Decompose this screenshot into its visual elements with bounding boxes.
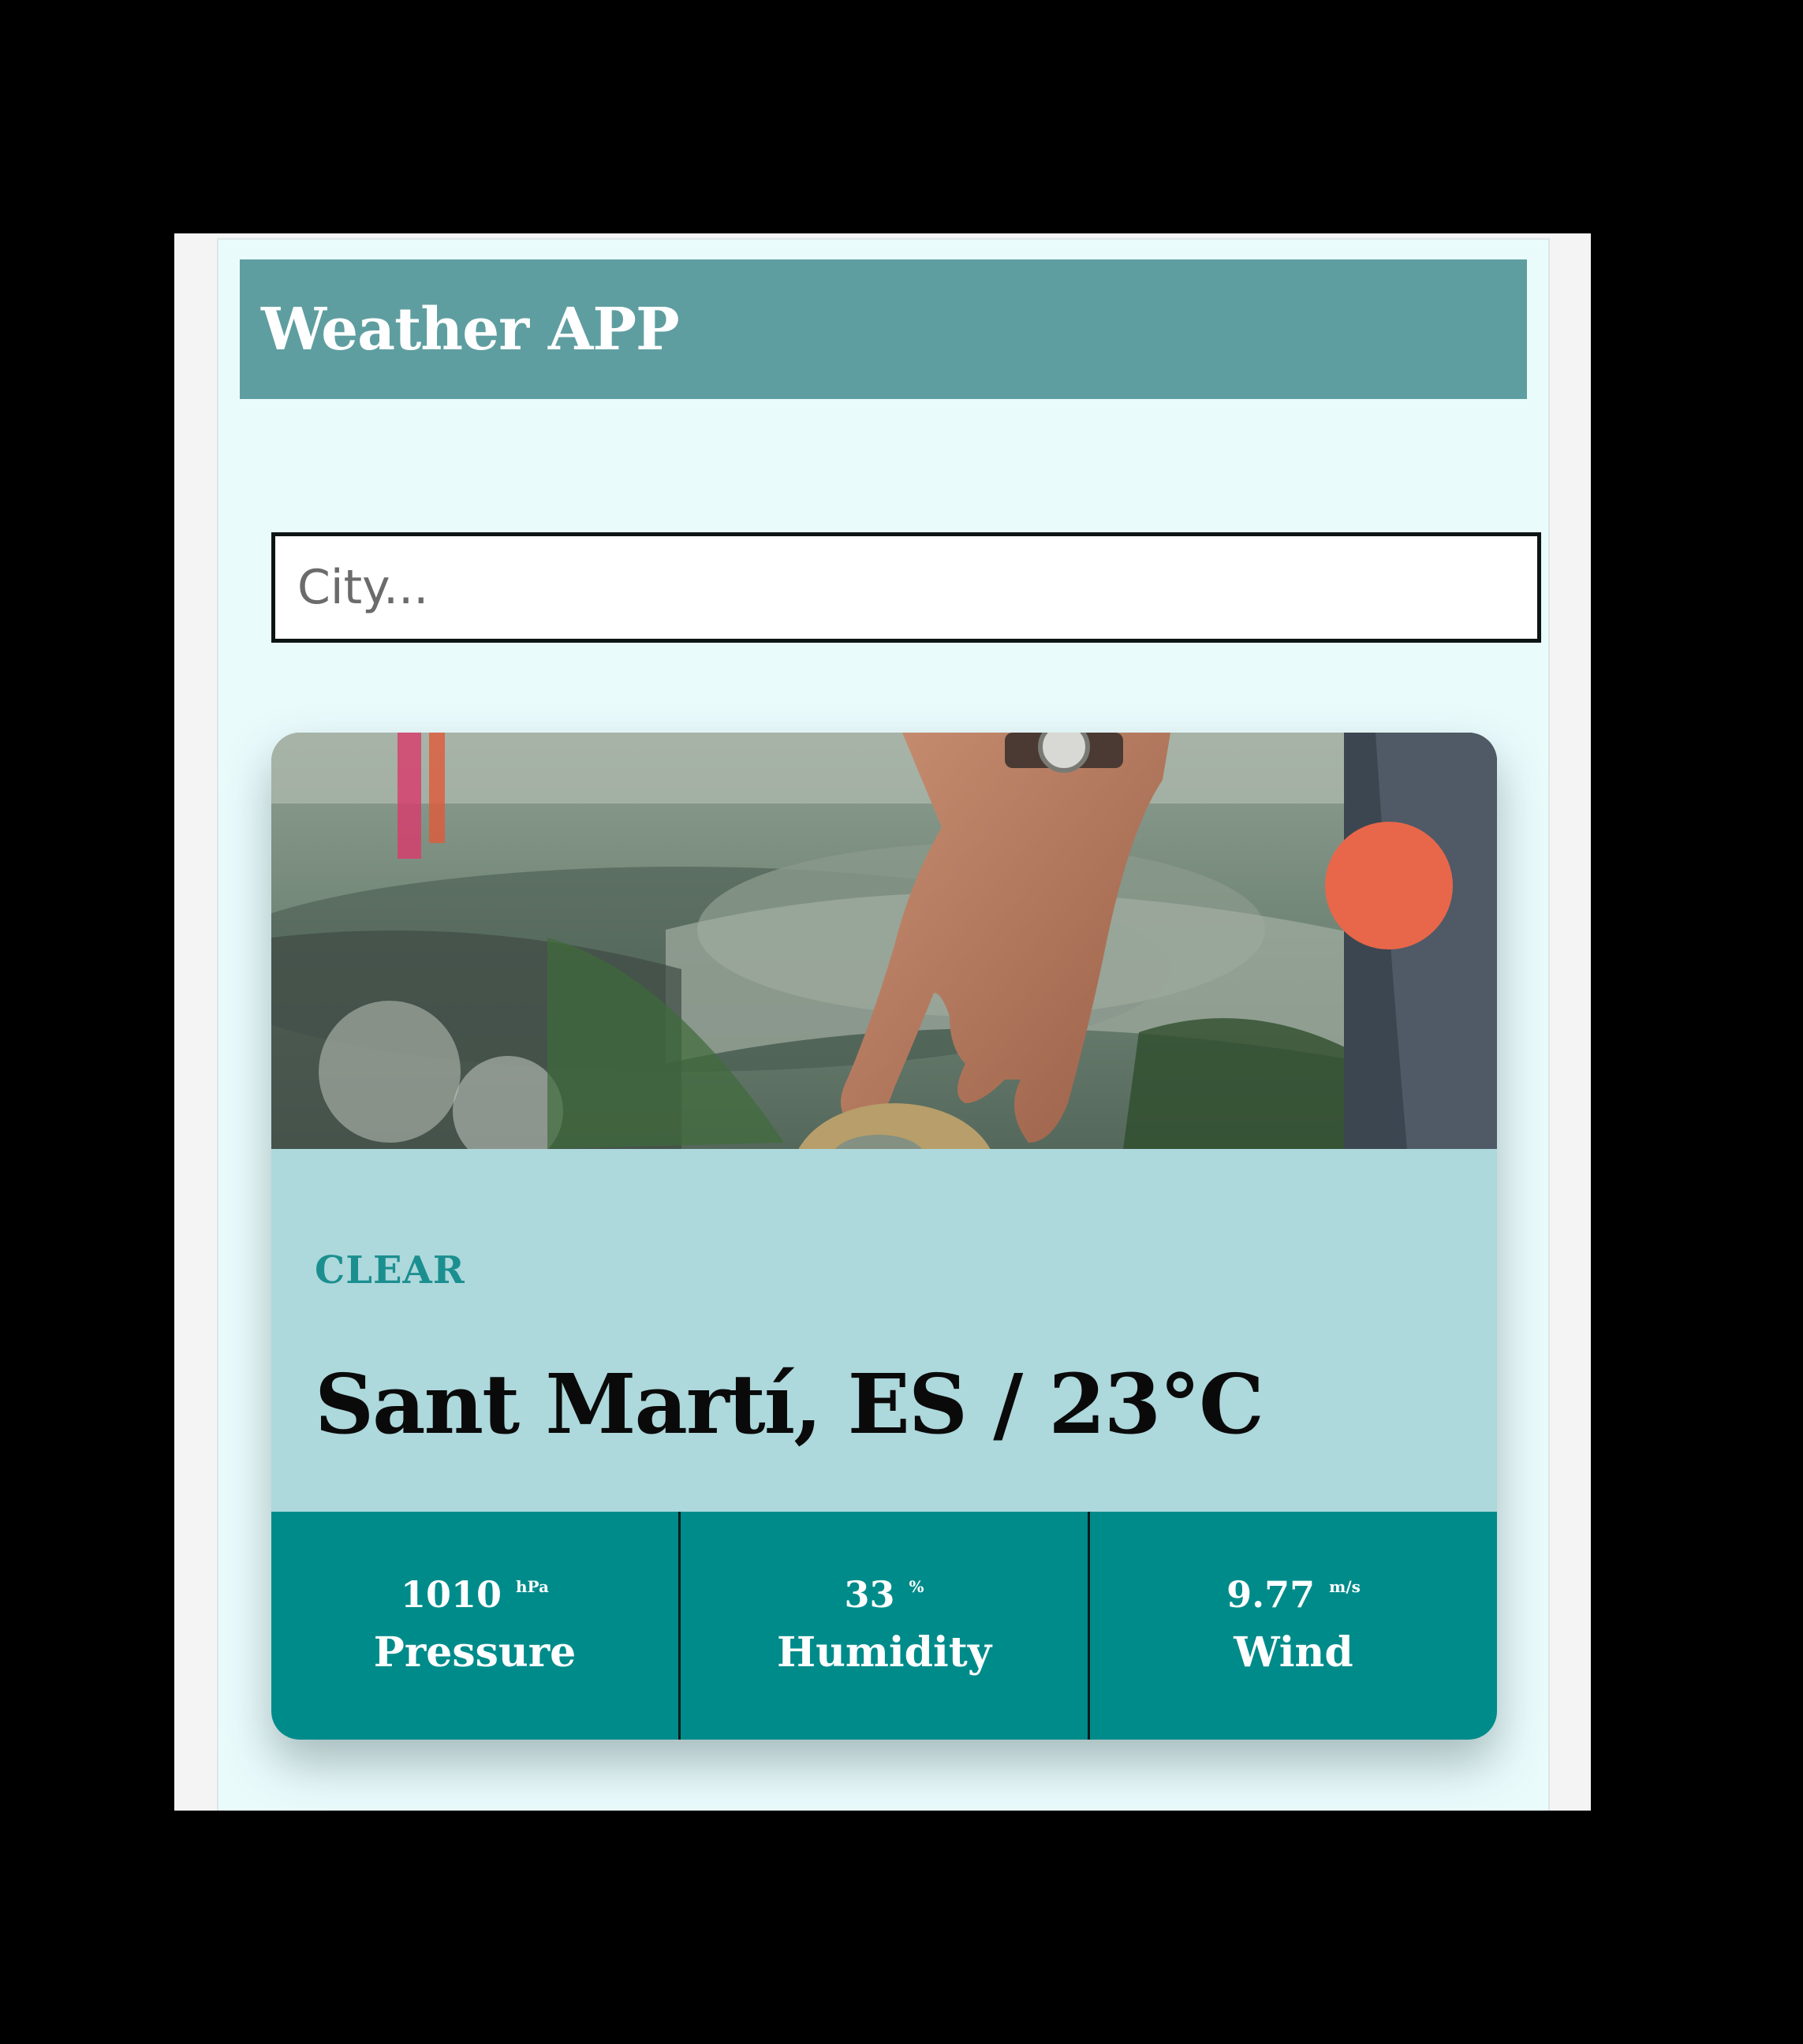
app-container: Weather APP City... CLEAR Sant Martí, ES… [217,238,1550,1811]
pressure-value: 1010 [400,1572,502,1616]
city-search-input[interactable] [271,532,1541,643]
browser-viewport: Weather APP City... CLEAR Sant Martí, ES… [174,233,1591,1811]
pressure-unit: hPa [516,1576,550,1596]
wind-value: 9.77 [1226,1572,1316,1616]
location-temperature: Sant Martí, ES / 23°C [315,1356,1264,1453]
pressure-label: Pressure [373,1628,577,1677]
wind-label: Wind [1234,1628,1353,1677]
status-dot [1325,822,1453,949]
weather-photo [271,733,1497,1149]
weather-condition: Clear [315,1248,465,1292]
globe-hand-photo-icon [271,733,1497,1149]
stat-pressure: 1010 hPa Pressure [271,1512,678,1740]
stat-wind: 9.77 m/s Wind [1088,1512,1497,1740]
wind-unit: m/s [1329,1576,1361,1596]
weather-card: Clear Sant Martí, ES / 23°C 1010 hPa Pre… [271,733,1497,1740]
stat-humidity: 33 % Humidity [678,1512,1088,1740]
app-title: Weather APP [261,295,680,364]
humidity-label: Humidity [776,1628,992,1677]
humidity-unit: % [909,1576,924,1596]
humidity-value: 33 [844,1572,895,1616]
app-header: Weather APP [240,259,1527,399]
weather-stats: 1010 hPa Pressure 33 % Humidity 9.77 m/s [271,1512,1497,1740]
